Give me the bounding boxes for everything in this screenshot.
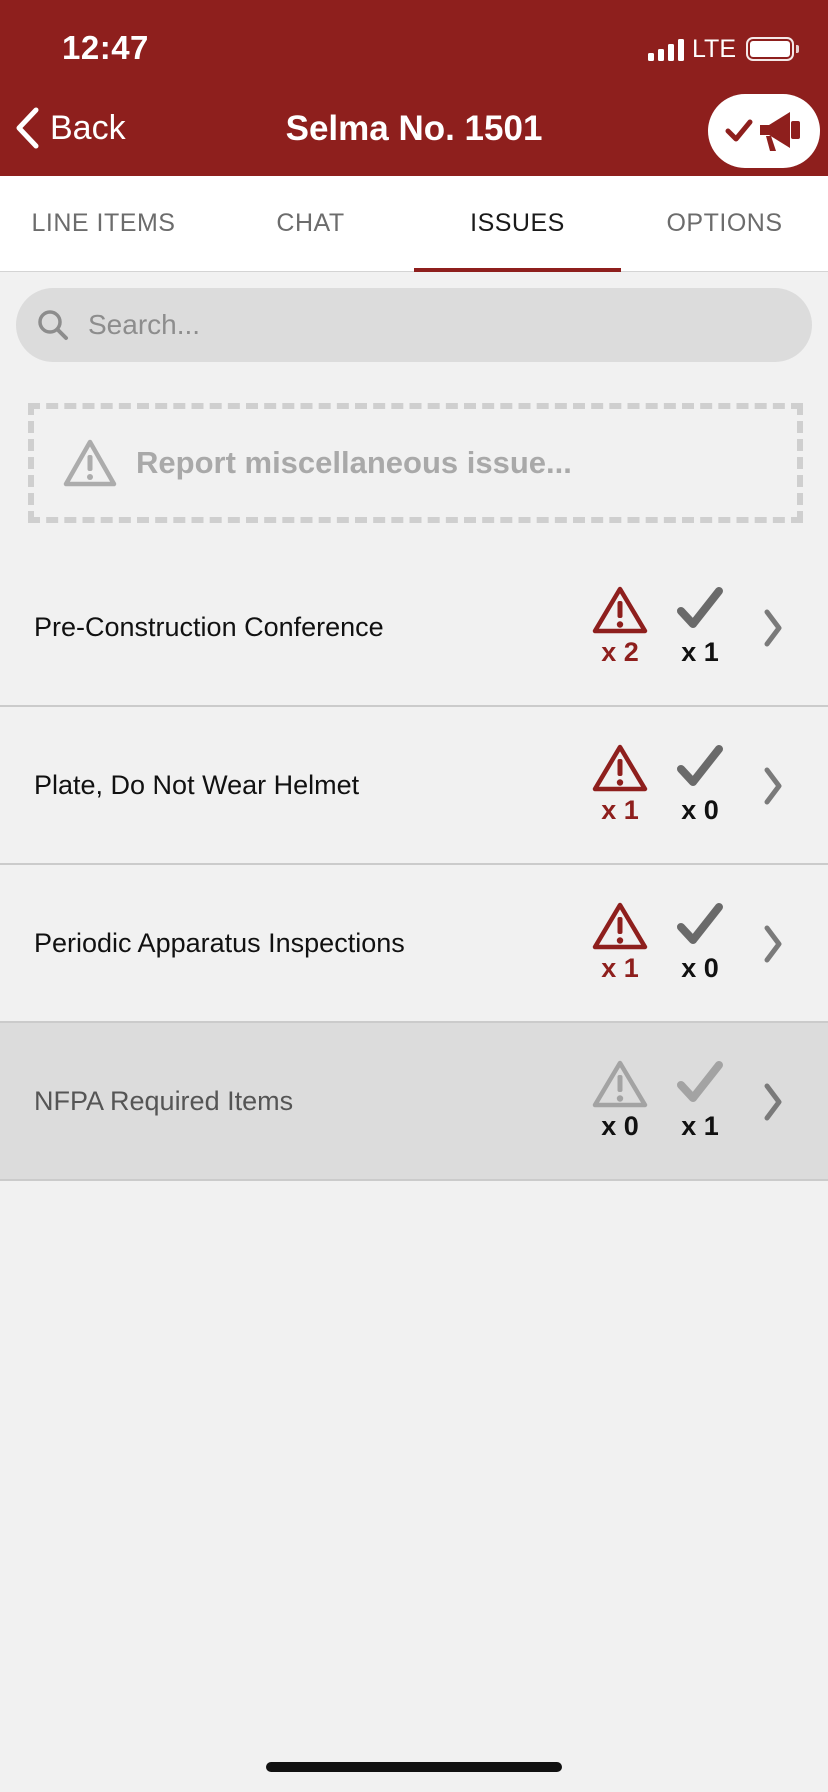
megaphone-icon bbox=[760, 112, 800, 151]
search-input[interactable] bbox=[88, 309, 768, 341]
completed-count-value: x 1 bbox=[681, 1111, 719, 1141]
status-time: 12:47 bbox=[62, 29, 149, 66]
search-icon bbox=[18, 308, 88, 342]
item-label: Plate, Do Not Wear Helmet bbox=[34, 769, 360, 800]
checkmark-icon bbox=[677, 1061, 723, 1102]
item-label: Periodic Apparatus Inspections bbox=[34, 927, 405, 958]
checkmark-icon bbox=[677, 587, 723, 628]
warning-icon bbox=[62, 438, 118, 488]
issue-count: x 2 bbox=[580, 585, 660, 666]
list-item[interactable]: Periodic Apparatus Inspections x 1 x 0 bbox=[0, 865, 828, 1023]
chevron-right-icon bbox=[764, 609, 782, 647]
checkmark-icon bbox=[677, 745, 723, 786]
list-item[interactable]: Pre-Construction Conference x 2 x 1 bbox=[0, 549, 828, 707]
signal-icon bbox=[648, 37, 684, 61]
chevron-right-icon bbox=[764, 767, 782, 805]
chevron-right-icon bbox=[764, 925, 782, 963]
warning-icon bbox=[592, 586, 648, 634]
completed-count: x 1 bbox=[660, 1059, 740, 1140]
checkmark-icon bbox=[725, 119, 753, 142]
tab-options[interactable]: OPTIONS bbox=[621, 176, 828, 271]
checkmark-icon bbox=[677, 903, 723, 944]
nav-bar: Back Selma No. 1501 bbox=[0, 94, 828, 176]
chevron-right-icon bbox=[764, 1083, 782, 1121]
warning-icon bbox=[592, 1060, 648, 1108]
issue-count-value: x 2 bbox=[601, 637, 639, 667]
issue-count: x 1 bbox=[580, 743, 660, 824]
completed-count-value: x 0 bbox=[681, 795, 719, 825]
network-label: LTE bbox=[692, 34, 736, 63]
tab-bar: LINE ITEMS CHAT ISSUES OPTIONS bbox=[0, 176, 828, 272]
status-bar: 12:47 LTE bbox=[0, 0, 828, 96]
battery-icon bbox=[746, 37, 799, 61]
warning-icon bbox=[592, 744, 648, 792]
completed-count: x 0 bbox=[660, 743, 740, 824]
issue-count-value: x 1 bbox=[601, 795, 639, 825]
warning-icon bbox=[592, 902, 648, 950]
issue-count-value: x 0 bbox=[601, 1111, 639, 1141]
list-item[interactable]: NFPA Required Items x 0 x 1 bbox=[0, 1023, 828, 1181]
completed-count: x 1 bbox=[660, 585, 740, 666]
report-misc-issue-button[interactable]: Report miscellaneous issue... bbox=[28, 403, 803, 523]
header: 12:47 LTE Back Selma No. 1501 bbox=[0, 0, 828, 176]
status-indicators: LTE bbox=[648, 34, 799, 64]
page-title: Selma No. 1501 bbox=[285, 109, 543, 148]
item-label: Pre-Construction Conference bbox=[34, 611, 384, 642]
issue-count-value: x 1 bbox=[601, 953, 639, 983]
tab-issues[interactable]: ISSUES bbox=[414, 176, 621, 272]
tab-line-items[interactable]: LINE ITEMS bbox=[0, 176, 207, 271]
issue-count: x 1 bbox=[580, 901, 660, 982]
list-item[interactable]: Plate, Do Not Wear Helmet x 1 x 0 bbox=[0, 707, 828, 865]
completed-count: x 0 bbox=[660, 901, 740, 982]
home-indicator bbox=[266, 1762, 562, 1772]
issue-count: x 0 bbox=[580, 1059, 660, 1140]
tab-chat[interactable]: CHAT bbox=[207, 176, 414, 271]
completed-count-value: x 1 bbox=[681, 637, 719, 667]
issue-list: Pre-Construction Conference x 2 x 1 Plat… bbox=[0, 549, 828, 1181]
item-label: NFPA Required Items bbox=[34, 1085, 294, 1116]
announce-button[interactable] bbox=[708, 94, 820, 168]
search-bar bbox=[16, 288, 812, 362]
completed-count-value: x 0 bbox=[681, 953, 719, 983]
report-label: Report miscellaneous issue... bbox=[136, 445, 572, 480]
